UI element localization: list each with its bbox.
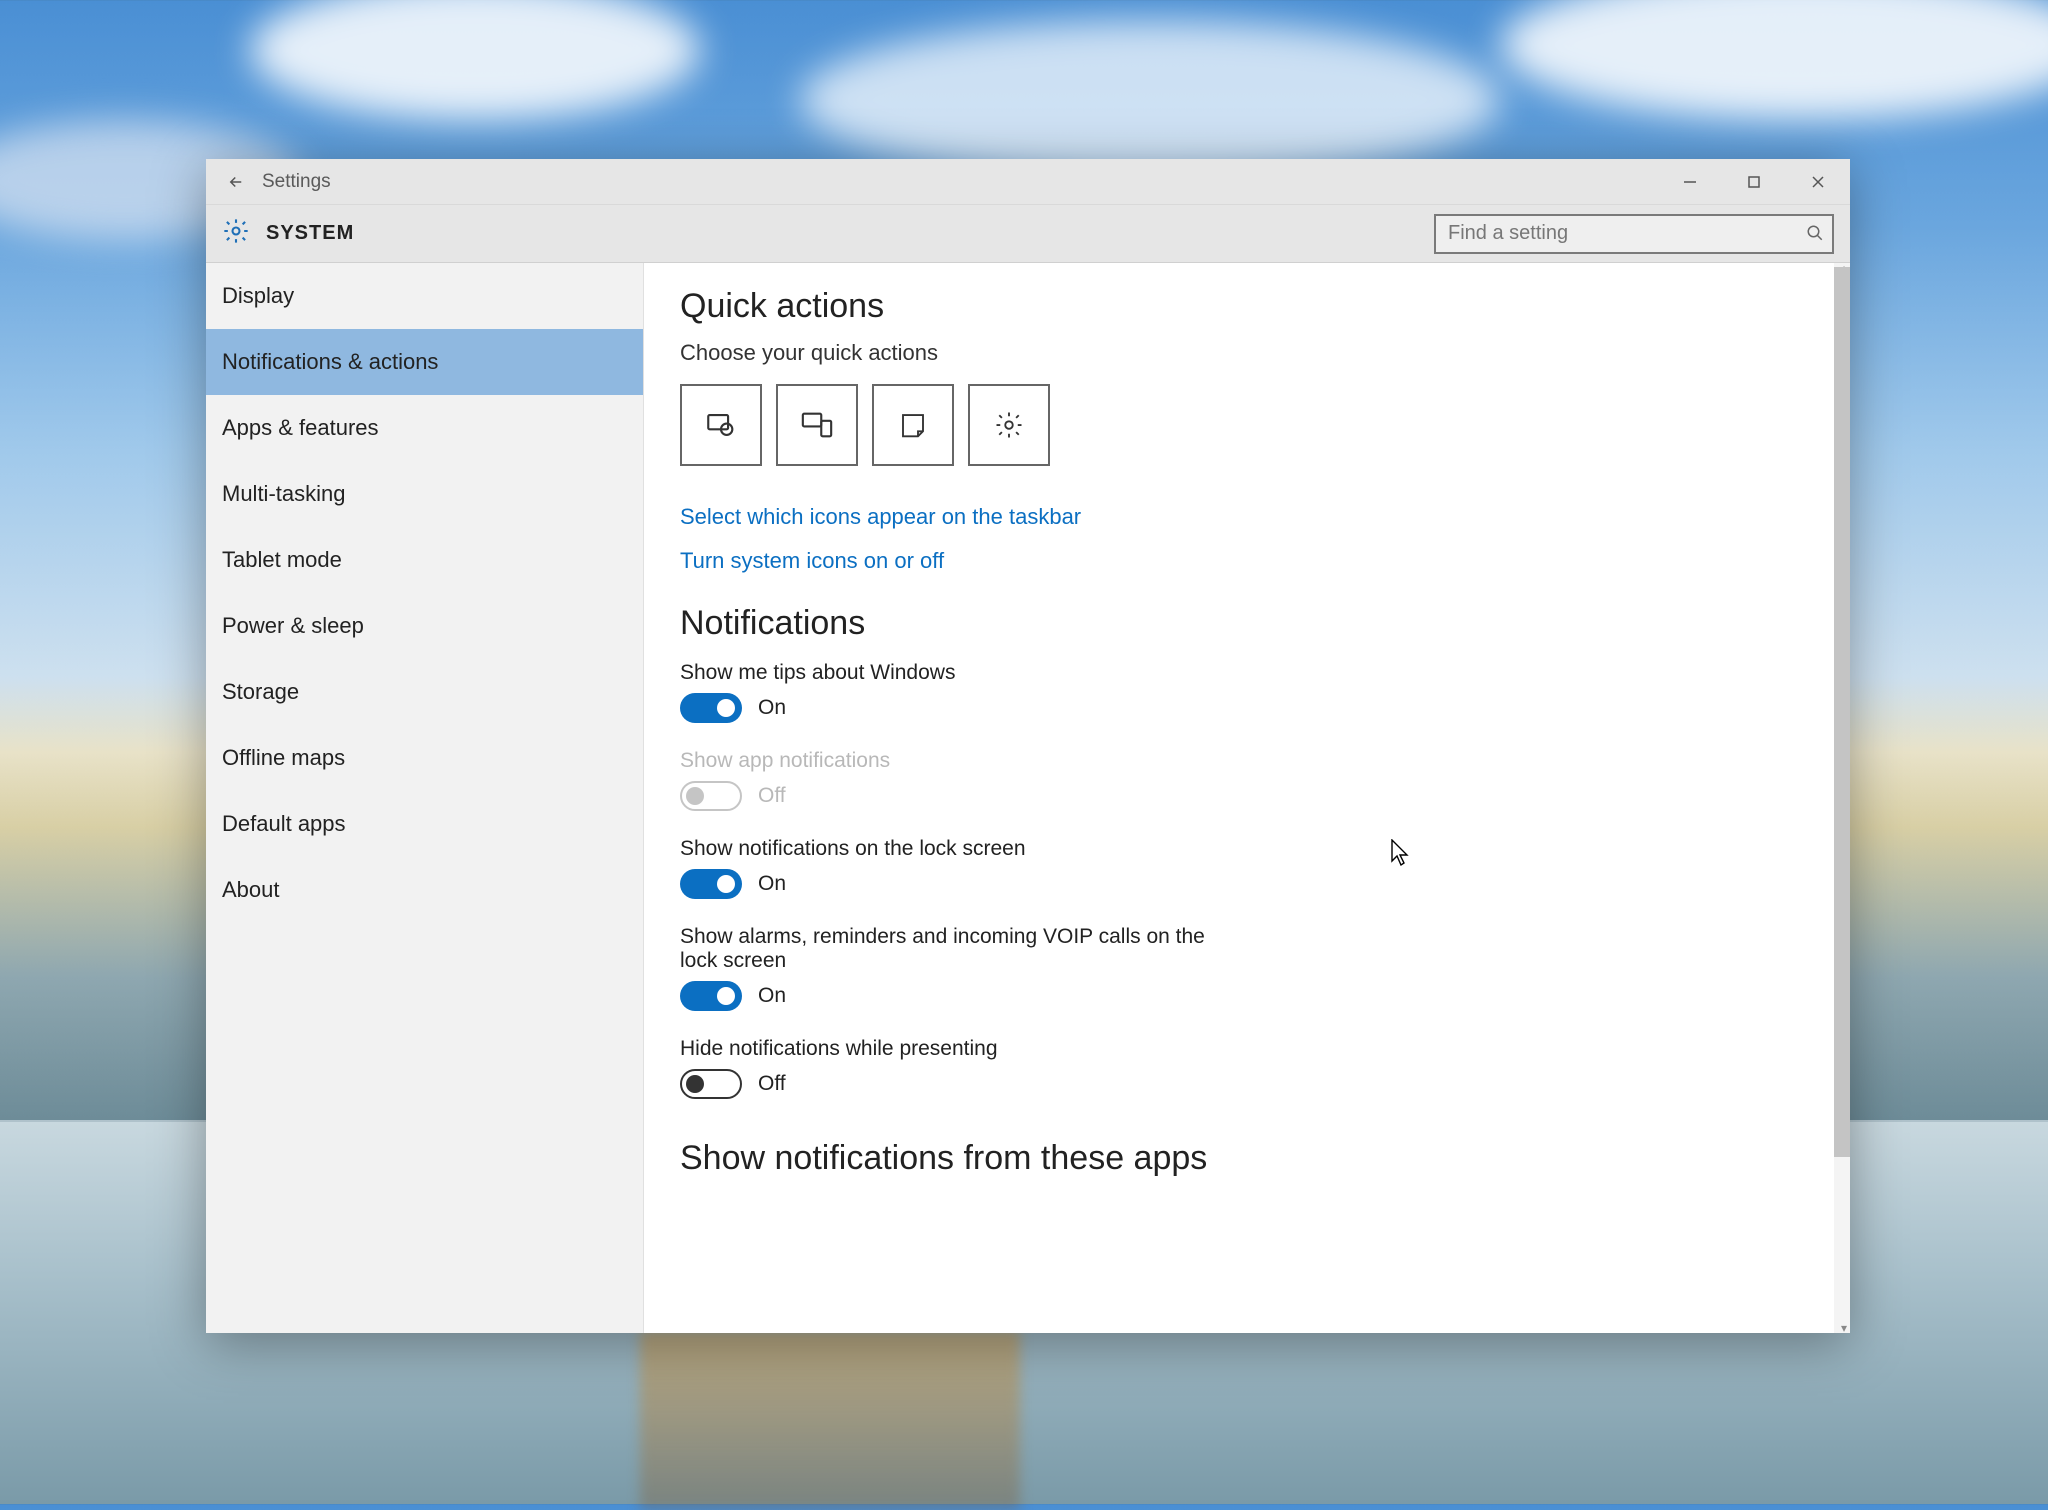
sidebar-item-offline-maps[interactable]: Offline maps bbox=[206, 725, 643, 791]
sidebar-item-tablet-mode[interactable]: Tablet mode bbox=[206, 527, 643, 593]
window-controls bbox=[1658, 159, 1850, 205]
notifications-heading: Notifications bbox=[680, 604, 1814, 643]
link-taskbar-icons[interactable]: Select which icons appear on the taskbar bbox=[680, 504, 1814, 530]
search-input[interactable] bbox=[1434, 214, 1834, 254]
sidebar-item-power-sleep[interactable]: Power & sleep bbox=[206, 593, 643, 659]
sidebar-item-label: Apps & features bbox=[222, 415, 379, 441]
sidebar-item-multi-tasking[interactable]: Multi-tasking bbox=[206, 461, 643, 527]
search-wrap bbox=[1434, 214, 1834, 254]
cloud-decoration bbox=[250, 0, 700, 120]
scrollbar-track[interactable]: ▴ ▾ bbox=[1834, 263, 1850, 1333]
quick-actions-tiles bbox=[680, 384, 1814, 466]
scroll-down-icon[interactable]: ▾ bbox=[1841, 1321, 1847, 1333]
sidebar-item-label: Offline maps bbox=[222, 745, 345, 771]
toggle-state-text: Off bbox=[758, 784, 786, 808]
sidebar: Display Notifications & actions Apps & f… bbox=[206, 263, 644, 1333]
quick-action-tablet-mode[interactable] bbox=[680, 384, 762, 466]
sidebar-item-display[interactable]: Display bbox=[206, 263, 643, 329]
setting-label: Show app notifications bbox=[680, 749, 1240, 773]
link-system-icons[interactable]: Turn system icons on or off bbox=[680, 548, 1814, 574]
toggle-hide-presenting[interactable] bbox=[680, 1069, 742, 1099]
minimize-button[interactable] bbox=[1658, 159, 1722, 205]
sidebar-item-label: About bbox=[222, 877, 280, 903]
search-icon bbox=[1806, 224, 1824, 247]
setting-hide-presenting: Hide notifications while presenting Off bbox=[680, 1037, 1814, 1099]
back-button[interactable] bbox=[214, 159, 258, 205]
reflection-decoration bbox=[640, 1330, 1020, 1510]
toggle-state-text: On bbox=[758, 696, 786, 720]
sidebar-item-label: Storage bbox=[222, 679, 299, 705]
close-button[interactable] bbox=[1786, 159, 1850, 205]
sidebar-item-label: Display bbox=[222, 283, 294, 309]
sidebar-item-label: Tablet mode bbox=[222, 547, 342, 573]
sidebar-item-notifications-actions[interactable]: Notifications & actions bbox=[206, 329, 643, 395]
setting-alarms-voip: Show alarms, reminders and incoming VOIP… bbox=[680, 925, 1814, 1011]
setting-label: Show notifications on the lock screen bbox=[680, 837, 1240, 861]
cloud-decoration bbox=[1500, 0, 2048, 120]
toggle-lock-screen[interactable] bbox=[680, 869, 742, 899]
setting-label: Show alarms, reminders and incoming VOIP… bbox=[680, 925, 1240, 973]
toggle-state-text: On bbox=[758, 872, 786, 896]
toggle-state-text: Off bbox=[758, 1072, 786, 1096]
sidebar-item-default-apps[interactable]: Default apps bbox=[206, 791, 643, 857]
sidebar-item-storage[interactable]: Storage bbox=[206, 659, 643, 725]
setting-label: Show me tips about Windows bbox=[680, 661, 1240, 685]
sidebar-item-label: Notifications & actions bbox=[222, 349, 438, 375]
toggle-state-text: On bbox=[758, 984, 786, 1008]
toggle-app-notifications bbox=[680, 781, 742, 811]
subheader: SYSTEM bbox=[206, 205, 1850, 263]
sidebar-item-label: Default apps bbox=[222, 811, 346, 837]
app-title: Settings bbox=[262, 171, 331, 193]
setting-lock-screen-notifications: Show notifications on the lock screen On bbox=[680, 837, 1814, 899]
sidebar-item-apps-features[interactable]: Apps & features bbox=[206, 395, 643, 461]
quick-actions-subtext: Choose your quick actions bbox=[680, 340, 1814, 366]
sidebar-item-label: Power & sleep bbox=[222, 613, 364, 639]
breadcrumb: SYSTEM bbox=[266, 222, 354, 245]
settings-window: Settings SYSTEM Dis bbox=[206, 159, 1850, 1333]
quick-action-connect[interactable] bbox=[776, 384, 858, 466]
apps-notifications-heading: Show notifications from these apps bbox=[680, 1139, 1814, 1178]
quick-action-all-settings[interactable] bbox=[968, 384, 1050, 466]
titlebar: Settings bbox=[206, 159, 1850, 205]
maximize-button[interactable] bbox=[1722, 159, 1786, 205]
gear-icon bbox=[222, 217, 250, 250]
quick-actions-heading: Quick actions bbox=[680, 287, 1814, 326]
sidebar-item-about[interactable]: About bbox=[206, 857, 643, 923]
toggle-tips[interactable] bbox=[680, 693, 742, 723]
setting-label: Hide notifications while presenting bbox=[680, 1037, 1240, 1061]
setting-tips: Show me tips about Windows On bbox=[680, 661, 1814, 723]
quick-action-note[interactable] bbox=[872, 384, 954, 466]
sidebar-item-label: Multi-tasking bbox=[222, 481, 345, 507]
setting-app-notifications: Show app notifications Off bbox=[680, 749, 1814, 811]
content-pane: Quick actions Choose your quick actions … bbox=[644, 263, 1850, 1333]
cloud-decoration bbox=[800, 20, 1500, 180]
toggle-alarms-voip[interactable] bbox=[680, 981, 742, 1011]
scrollbar-thumb[interactable] bbox=[1834, 267, 1850, 1157]
